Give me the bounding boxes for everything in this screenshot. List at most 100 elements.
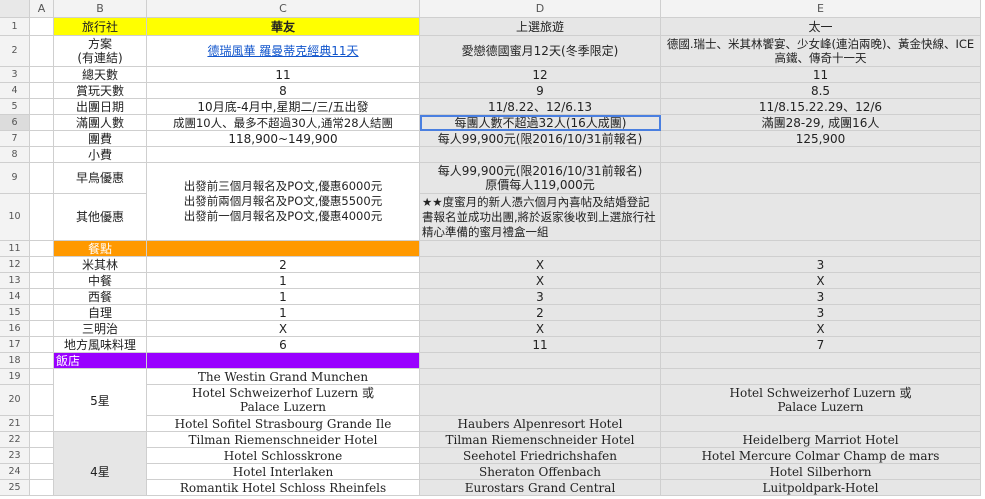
cell-c23[interactable]: Hotel Schlosskrone [147,448,420,464]
row-number[interactable]: 18 [0,353,30,369]
cell-a16[interactable] [30,321,54,337]
cell-e5[interactable]: 11/8.15.22.29、12/6 [661,99,981,115]
cell-b8[interactable]: 小費 [54,147,147,163]
cell-e6[interactable]: 滿團28-29, 成團16人 [661,115,981,131]
cell-e4[interactable]: 8.5 [661,83,981,99]
cell-a21[interactable] [30,416,54,432]
cell-d22[interactable]: Tilman Riemenschneider Hotel [420,432,661,448]
cell-c17[interactable]: 6 [147,337,420,353]
row-number[interactable]: 11 [0,241,30,257]
cell-a15[interactable] [30,305,54,321]
cell-b1[interactable]: 旅行社 [54,18,147,36]
cell-d5[interactable]: 11/8.22、12/6.13 [420,99,661,115]
cell-d25[interactable]: Eurostars Grand Central [420,480,661,496]
row-number[interactable]: 20 [0,385,30,416]
row-number[interactable]: 15 [0,305,30,321]
cell-c20[interactable]: Hotel Schweizerhof Luzern 或 Palace Luzer… [147,385,420,416]
cell-c5[interactable]: 10月底-4月中,星期二/三/五出發 [147,99,420,115]
cell-d20[interactable] [420,385,661,416]
cell-b23[interactable] [54,448,147,464]
cell-c19[interactable]: The Westin Grand Munchen [147,369,420,385]
cell-a24[interactable] [30,464,54,480]
row-number[interactable]: 1 [0,18,30,36]
row-number[interactable]: 10 [0,194,30,241]
cell-b12[interactable]: 米其林 [54,257,147,273]
cell-d10[interactable]: ★★度蜜月的新人憑六個月內喜帖及結婚登記書報名並成功出團,將於返家後收到上選旅行… [420,194,661,241]
cell-a6[interactable] [30,115,54,131]
row-number[interactable]: 21 [0,416,30,432]
cell-c2[interactable]: 德瑞風華 羅曼蒂克經典11天 [147,36,420,67]
row-number[interactable]: 6 [0,115,30,131]
cell-c16[interactable]: X [147,321,420,337]
cell-d2[interactable]: 愛戀德國蜜月12天(冬季限定) [420,36,661,67]
cell-d19[interactable] [420,369,661,385]
cell-d4[interactable]: 9 [420,83,661,99]
cell-c25[interactable]: Romantik Hotel Schloss Rheinfels [147,480,420,496]
row-number[interactable]: 14 [0,289,30,305]
cell-b19[interactable] [54,369,147,385]
cell-c9-c10-merged[interactable]: 出發前三個月報名及PO文,優惠6000元 出發前兩個月報名及PO文,優惠5500… [147,163,420,241]
cell-e8[interactable] [661,147,981,163]
cell-c4[interactable]: 8 [147,83,420,99]
cell-a17[interactable] [30,337,54,353]
cell-e7[interactable]: 125,900 [661,131,981,147]
cell-e12[interactable]: 3 [661,257,981,273]
row-number[interactable]: 25 [0,480,30,496]
row-number[interactable]: 17 [0,337,30,353]
cell-a23[interactable] [30,448,54,464]
cell-c21[interactable]: Hotel Sofitel Strasbourg Grande Ile [147,416,420,432]
cell-e3[interactable]: 11 [661,67,981,83]
cell-e18[interactable] [661,353,981,369]
section-header-hotels[interactable]: 飯店 [54,353,147,369]
cell-c24[interactable]: Hotel Interlaken [147,464,420,480]
cell-e24[interactable]: Hotel Silberhorn [661,464,981,480]
row-number[interactable]: 23 [0,448,30,464]
column-header-e[interactable]: E [661,0,981,18]
row-number[interactable]: 19 [0,369,30,385]
cell-d11[interactable] [420,241,661,257]
row-number[interactable]: 5 [0,99,30,115]
cell-b13[interactable]: 中餐 [54,273,147,289]
cell-c11[interactable] [147,241,420,257]
cell-d9[interactable]: 每人99,900元(限2016/10/31前報名) 原價每人119,000元 [420,163,661,194]
row-number[interactable]: 9 [0,163,30,194]
cell-a22[interactable] [30,432,54,448]
cell-a13[interactable] [30,273,54,289]
cell-b15[interactable]: 自理 [54,305,147,321]
row-number[interactable]: 22 [0,432,30,448]
row-number[interactable]: 3 [0,67,30,83]
row-number[interactable]: 16 [0,321,30,337]
cell-a9[interactable] [30,163,54,194]
cell-c7[interactable]: 118,900~149,900 [147,131,420,147]
cell-d16[interactable]: X [420,321,661,337]
cell-b4[interactable]: 賞玩天數 [54,83,147,99]
cell-e20[interactable]: Hotel Schweizerhof Luzern 或 Palace Luzer… [661,385,981,416]
section-header-meals[interactable]: 餐點 [54,241,147,257]
cell-b10[interactable]: 其他優惠 [54,194,147,241]
column-header-d[interactable]: D [420,0,661,18]
cell-a1[interactable] [30,18,54,36]
cell-b17[interactable]: 地方風味料理 [54,337,147,353]
cell-b9[interactable]: 早鳥優惠 [54,163,147,194]
row-number[interactable]: 12 [0,257,30,273]
cell-b25[interactable] [54,480,147,496]
cell-a4[interactable] [30,83,54,99]
cell-b5[interactable]: 出團日期 [54,99,147,115]
cell-b22[interactable] [54,432,147,448]
row-number[interactable]: 2 [0,36,30,67]
cell-d14[interactable]: 3 [420,289,661,305]
cell-a14[interactable] [30,289,54,305]
cell-d18[interactable] [420,353,661,369]
cell-d21[interactable]: Haubers Alpenresort Hotel [420,416,661,432]
cell-d15[interactable]: 2 [420,305,661,321]
cell-a12[interactable] [30,257,54,273]
cell-d8[interactable] [420,147,661,163]
cell-e19[interactable] [661,369,981,385]
cell-d13[interactable]: X [420,273,661,289]
cell-a10[interactable] [30,194,54,241]
cell-c12[interactable]: 2 [147,257,420,273]
cell-c6[interactable]: 成團10人、最多不超過30人,通常28人結團 [147,115,420,131]
cell-c1[interactable]: 華友 [147,18,420,36]
cell-b7[interactable]: 團費 [54,131,147,147]
cell-a11[interactable] [30,241,54,257]
